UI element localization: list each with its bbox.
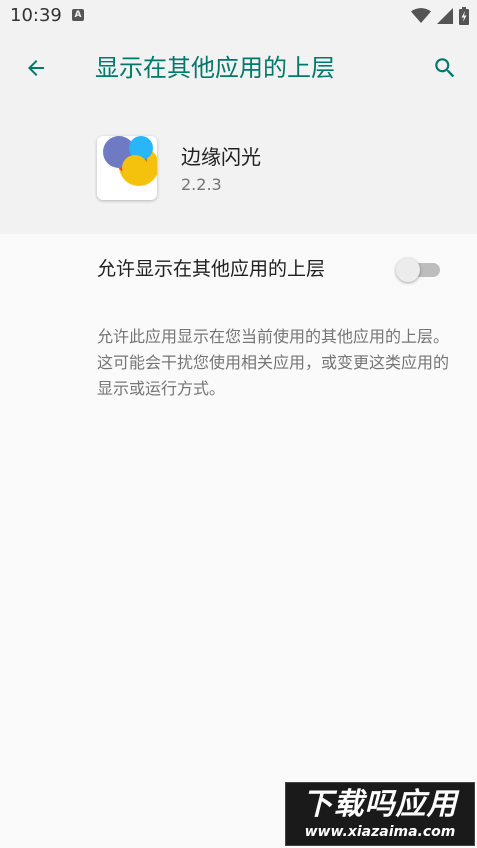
- app-logo-graphic: [103, 136, 157, 186]
- app-bar: 显示在其他应用的上层: [0, 32, 477, 104]
- arrow-left-icon: [28, 60, 44, 76]
- watermark-logo: 下载吗应用 www.xiazaima.com: [285, 782, 475, 846]
- page-title: 显示在其他应用的上层: [95, 54, 335, 82]
- app-header: 边缘闪光 2.2.3: [0, 104, 477, 234]
- battery-charging-icon: [459, 7, 469, 25]
- app-icon: [97, 136, 157, 200]
- app-version: 2.2.3: [181, 175, 222, 194]
- notification-a-icon: A: [72, 9, 84, 21]
- search-icon: [435, 58, 455, 78]
- watermark-url: www.xiazaima.com: [304, 824, 456, 840]
- status-icons: [411, 6, 469, 26]
- permission-row[interactable]: 允许显示在其他应用的上层: [0, 234, 477, 304]
- app-name: 边缘闪光: [181, 145, 261, 169]
- signal-icon: [437, 8, 453, 24]
- permission-description: 允许此应用显示在您当前使用的其他应用的上层。这可能会干扰您使用相关应用，或变更这…: [97, 327, 450, 398]
- permission-toggle[interactable]: [396, 258, 442, 282]
- wifi-icon: [411, 8, 431, 23]
- permission-label: 允许显示在其他应用的上层: [97, 258, 326, 280]
- status-bar: 10:39 A: [0, 0, 477, 32]
- search-button[interactable]: [427, 50, 463, 86]
- watermark-title: 下载吗应用: [302, 787, 458, 822]
- toggle-thumb: [396, 258, 420, 282]
- back-button[interactable]: [18, 50, 54, 86]
- status-time: 10:39: [10, 5, 62, 26]
